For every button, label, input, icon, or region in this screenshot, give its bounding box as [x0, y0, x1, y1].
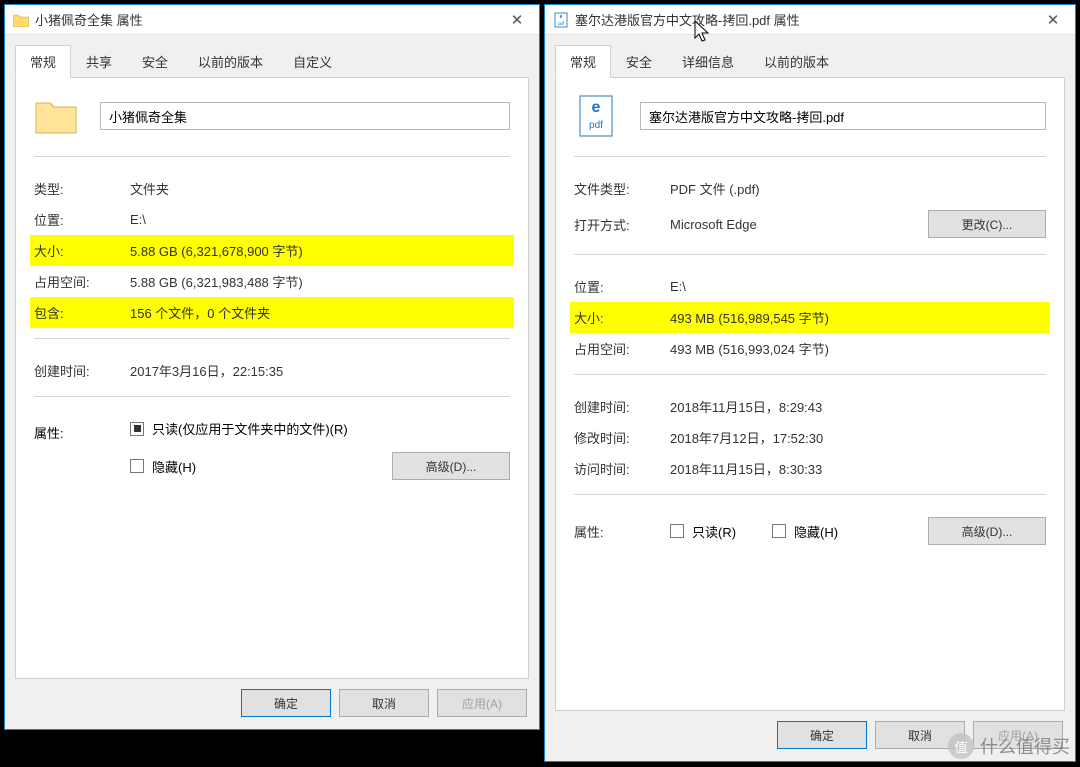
title-text: 小猪佩奇全集 属性: [35, 10, 495, 29]
created-value: 2018年11月15日，8:29:43: [670, 397, 1046, 416]
created-label: 创建时间:: [34, 361, 130, 380]
size-value: 493 MB (516,989,545 字节): [670, 308, 1046, 327]
cancel-button[interactable]: 取消: [339, 689, 429, 717]
hidden-label: 隐藏(H): [152, 457, 196, 476]
location-label: 位置:: [574, 277, 670, 296]
created-label: 创建时间:: [574, 397, 670, 416]
attributes-label: 属性:: [34, 419, 130, 442]
sizedisk-label: 占用空间:: [574, 339, 670, 358]
ok-button[interactable]: 确定: [777, 721, 867, 749]
advanced-button[interactable]: 高级(D)...: [928, 517, 1046, 545]
openswith-label: 打开方式:: [574, 215, 670, 234]
size-row-highlight: 大小:5.88 GB (6,321,678,900 字节): [30, 235, 514, 266]
size-row-highlight: 大小:493 MB (516,989,545 字节): [570, 302, 1050, 333]
close-button[interactable]: ✕: [1031, 5, 1075, 35]
svg-text:e: e: [592, 99, 601, 116]
name-input[interactable]: [100, 102, 510, 130]
filetype-value: PDF 文件 (.pdf): [670, 179, 1046, 198]
created-value: 2017年3月16日，22:15:35: [130, 361, 510, 380]
tab-security[interactable]: 安全: [611, 45, 667, 78]
title-text: 塞尔达港版官方中文攻略-拷回.pdf 属性: [575, 10, 1031, 29]
size-value: 5.88 GB (6,321,678,900 字节): [130, 241, 510, 260]
svg-text:pdf: pdf: [558, 21, 565, 26]
sizedisk-value: 493 MB (516,993,024 字节): [670, 339, 1046, 358]
filetype-label: 文件类型:: [574, 179, 670, 198]
tab-security[interactable]: 安全: [127, 45, 183, 78]
tab-previous[interactable]: 以前的版本: [749, 45, 844, 78]
type-value: 文件夹: [130, 179, 510, 198]
tab-general[interactable]: 常规: [555, 45, 611, 78]
tabs: 常规 共享 安全 以前的版本 自定义: [15, 45, 529, 78]
watermark-badge: 值: [948, 733, 974, 759]
tab-panel: e pdf 文件类型:PDF 文件 (.pdf) 打开方式: Microsoft …: [555, 78, 1065, 711]
sizedisk-label: 占用空间:: [34, 272, 130, 291]
readonly-label: 只读(仅应用于文件夹中的文件)(R): [152, 419, 348, 438]
svg-text:e: e: [560, 14, 563, 20]
watermark: 值 什么值得买: [948, 733, 1070, 759]
readonly-checkbox[interactable]: [130, 422, 144, 436]
name-input[interactable]: [640, 102, 1046, 130]
modified-label: 修改时间:: [574, 428, 670, 447]
contains-label: 包含:: [34, 303, 130, 322]
tab-custom[interactable]: 自定义: [278, 45, 347, 78]
readonly-checkbox[interactable]: [670, 524, 684, 538]
watermark-text: 什么值得买: [980, 733, 1070, 759]
sizedisk-value: 5.88 GB (6,321,983,488 字节): [130, 272, 510, 291]
tab-general[interactable]: 常规: [15, 45, 71, 78]
location-value: E:\: [130, 212, 510, 227]
tabs: 常规 安全 详细信息 以前的版本: [555, 45, 1065, 78]
contains-row-highlight: 包含:156 个文件，0 个文件夹: [30, 297, 514, 328]
contains-value: 156 个文件，0 个文件夹: [130, 303, 510, 322]
openswith-value: Microsoft Edge: [670, 217, 928, 232]
change-button[interactable]: 更改(C)...: [928, 210, 1046, 238]
location-value: E:\: [670, 279, 1046, 294]
tab-panel: 类型:文件夹 位置:E:\ 大小:5.88 GB (6,321,678,900 …: [15, 78, 529, 679]
titlebar[interactable]: 小猪佩奇全集 属性 ✕: [5, 5, 539, 35]
pdf-large-icon: e pdf: [574, 94, 618, 138]
modified-value: 2018年7月12日，17:52:30: [670, 428, 1046, 447]
dialog-footer: 确定 取消 应用(A): [5, 679, 539, 729]
properties-dialog-file: epdf 塞尔达港版官方中文攻略-拷回.pdf 属性 ✕ 常规 安全 详细信息 …: [544, 4, 1076, 762]
hidden-checkbox[interactable]: [130, 459, 144, 473]
accessed-value: 2018年11月15日，8:30:33: [670, 459, 1046, 478]
size-label: 大小:: [34, 241, 130, 260]
size-label: 大小:: [574, 308, 670, 327]
accessed-label: 访问时间:: [574, 459, 670, 478]
close-button[interactable]: ✕: [495, 5, 539, 35]
tab-details[interactable]: 详细信息: [667, 45, 749, 78]
hidden-checkbox[interactable]: [772, 524, 786, 538]
pdf-icon: epdf: [553, 12, 569, 28]
apply-button[interactable]: 应用(A): [437, 689, 527, 717]
titlebar[interactable]: epdf 塞尔达港版官方中文攻略-拷回.pdf 属性 ✕: [545, 5, 1075, 35]
svg-text:pdf: pdf: [589, 120, 603, 131]
advanced-button[interactable]: 高级(D)...: [392, 452, 510, 480]
type-label: 类型:: [34, 179, 130, 198]
folder-icon: [13, 12, 29, 28]
hidden-label: 隐藏(H): [794, 522, 838, 541]
ok-button[interactable]: 确定: [241, 689, 331, 717]
attributes-label: 属性:: [574, 522, 670, 541]
readonly-label: 只读(R): [692, 522, 736, 541]
tab-previous[interactable]: 以前的版本: [183, 45, 278, 78]
folder-large-icon: [34, 94, 78, 138]
properties-dialog-folder: 小猪佩奇全集 属性 ✕ 常规 共享 安全 以前的版本 自定义 类型:文件夹 位置…: [4, 4, 540, 730]
tab-sharing[interactable]: 共享: [71, 45, 127, 78]
location-label: 位置:: [34, 210, 130, 229]
